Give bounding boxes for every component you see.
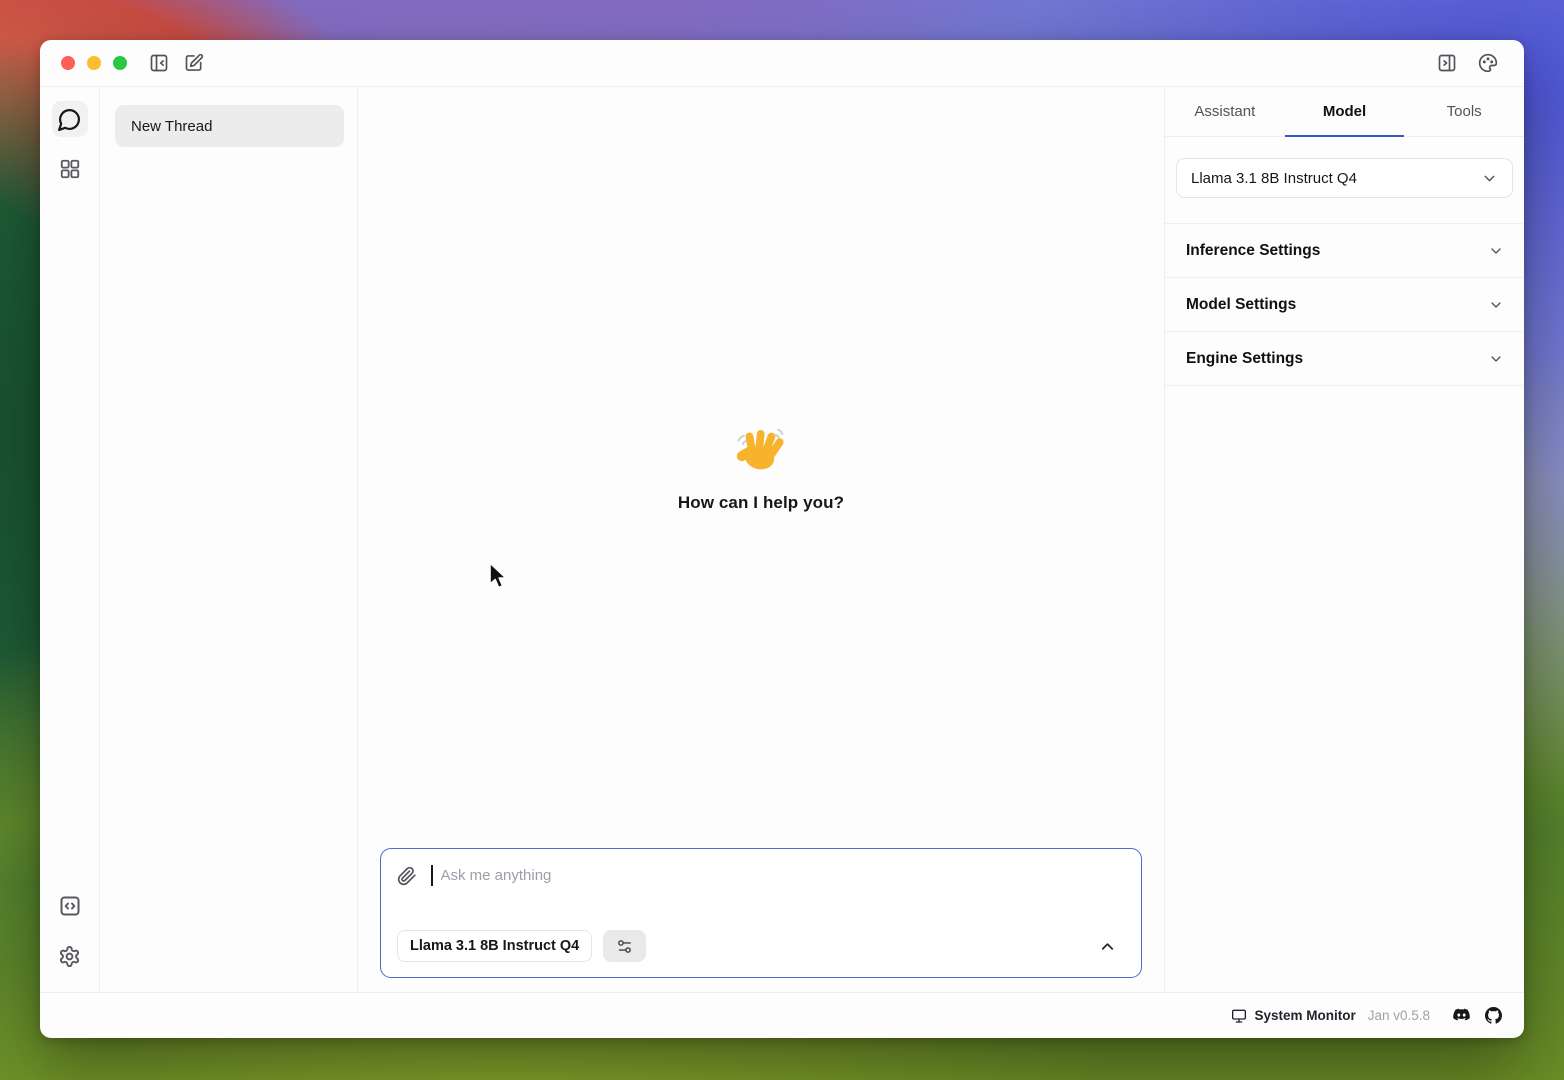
theme-palette-icon[interactable]: [1478, 53, 1498, 73]
tab-model-label: Model: [1323, 103, 1366, 120]
empty-state-greeting: How can I help you?: [358, 87, 1164, 848]
tab-assistant-label: Assistant: [1194, 103, 1255, 120]
message-input[interactable]: [441, 867, 1126, 884]
desktop: { "colors": { "accent": "#3a55cc", "inpu…: [0, 0, 1564, 1080]
chevron-down-icon: [1488, 243, 1504, 259]
input-toolbar: Llama 3.1 8B Instruct Q4: [397, 930, 1125, 962]
right-settings-panel: Assistant Model Tools Llama 3.1 8B Instr…: [1164, 87, 1524, 992]
thread-list-item[interactable]: New Thread: [115, 105, 344, 147]
model-select-dropdown[interactable]: Llama 3.1 8B Instruct Q4: [1176, 158, 1513, 198]
section-label: Inference Settings: [1186, 242, 1320, 260]
tab-model[interactable]: Model: [1285, 87, 1405, 136]
status-bar: System Monitor Jan v0.5.8: [40, 992, 1524, 1038]
status-links: [1452, 1007, 1502, 1024]
app-version: Jan v0.5.8: [1368, 1008, 1430, 1023]
greeting-text: How can I help you?: [678, 493, 844, 513]
thread-list-panel: New Thread: [100, 87, 358, 992]
chevron-down-icon: [1481, 170, 1498, 187]
content-area: New Thread: [40, 87, 1524, 992]
zoom-window-button[interactable]: [113, 56, 127, 70]
left-rail: [40, 87, 100, 992]
section-inference-settings[interactable]: Inference Settings: [1165, 224, 1524, 278]
close-window-button[interactable]: [61, 56, 75, 70]
waving-hand-emoji: [733, 422, 789, 478]
chat-main: How can I help you? Llama 3.1 8B Instruc…: [358, 87, 1164, 992]
thread-title: New Thread: [131, 118, 212, 135]
minimize-window-button[interactable]: [87, 56, 101, 70]
section-model-settings[interactable]: Model Settings: [1165, 278, 1524, 332]
panel-left-close-icon[interactable]: [149, 53, 169, 73]
monitor-icon: [1231, 1008, 1247, 1024]
app-window: New Thread: [40, 40, 1524, 1038]
model-chip-label: Llama 3.1 8B Instruct Q4: [410, 938, 579, 954]
threads-chat-icon[interactable]: [52, 101, 88, 137]
settings-sections: Inference Settings Model Settings Engine…: [1165, 223, 1524, 386]
new-thread-pencil-icon[interactable]: [184, 53, 204, 73]
attach-paperclip-icon[interactable]: [397, 866, 417, 886]
github-icon[interactable]: [1485, 1007, 1502, 1024]
chevron-down-icon: [1488, 297, 1504, 313]
model-selector-chip[interactable]: Llama 3.1 8B Instruct Q4: [397, 930, 592, 962]
model-select-value: Llama 3.1 8B Instruct Q4: [1191, 170, 1357, 187]
discord-icon[interactable]: [1452, 1008, 1471, 1023]
traffic-lights: [61, 56, 127, 70]
message-input-box: Llama 3.1 8B Instruct Q4: [380, 848, 1142, 978]
section-label: Model Settings: [1186, 296, 1296, 314]
text-caret: [431, 865, 433, 886]
model-dropdown-wrap: Llama 3.1 8B Instruct Q4: [1165, 137, 1524, 198]
titlebar: [40, 40, 1524, 87]
system-monitor-label: System Monitor: [1254, 1008, 1355, 1023]
toolbar-left-icons: [149, 53, 204, 73]
section-label: Engine Settings: [1186, 350, 1303, 368]
input-row: [397, 865, 1125, 886]
model-settings-sliders-icon[interactable]: [603, 930, 646, 962]
tab-assistant[interactable]: Assistant: [1165, 87, 1285, 136]
local-api-server-code-icon[interactable]: [52, 888, 88, 924]
toolbar-right-icons: [1437, 53, 1498, 73]
settings-gear-icon[interactable]: [52, 938, 88, 974]
tab-tools-label: Tools: [1447, 103, 1482, 120]
right-panel-tabs: Assistant Model Tools: [1165, 87, 1524, 137]
hub-grid-icon[interactable]: [52, 151, 88, 187]
section-engine-settings[interactable]: Engine Settings: [1165, 332, 1524, 386]
chevron-down-icon: [1488, 351, 1504, 367]
panel-right-open-icon[interactable]: [1437, 53, 1457, 73]
tab-tools[interactable]: Tools: [1404, 87, 1524, 136]
collapse-chevron-up-icon[interactable]: [1098, 937, 1117, 956]
system-monitor-button[interactable]: System Monitor: [1231, 1008, 1355, 1024]
